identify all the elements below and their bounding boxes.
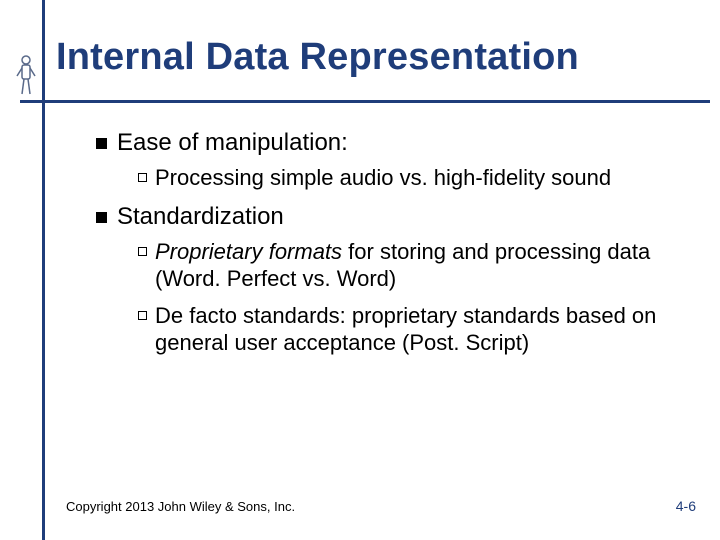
footer-copyright: Copyright 2013 John Wiley & Sons, Inc. — [66, 499, 295, 514]
bullet-level1: Ease of manipulation: — [96, 128, 686, 157]
bullet-label: Ease of manipulation: — [117, 129, 348, 156]
square-bullet-icon — [96, 138, 107, 149]
bullet-text: Proprietary formats for storing and proc… — [155, 239, 686, 293]
slide-body: Ease of manipulation: Processing simple … — [96, 128, 686, 367]
slide: Internal Data Representation Ease of man… — [0, 0, 720, 540]
square-bullet-icon — [96, 212, 107, 223]
bullet-level2: Processing simple audio vs. high-fidelit… — [138, 165, 686, 192]
bullet-text: Processing simple audio vs. high-fidelit… — [155, 165, 686, 192]
bullet-level2: De facto standards: proprietary standard… — [138, 303, 686, 357]
bullet-level2: Proprietary formats for storing and proc… — [138, 239, 686, 293]
bullet-text-italic: Proprietary formats — [155, 239, 342, 264]
outline-square-bullet-icon — [138, 311, 147, 320]
footer-page-number: 4-6 — [676, 498, 696, 514]
outline-square-bullet-icon — [138, 173, 147, 182]
outline-square-bullet-icon — [138, 247, 147, 256]
bullet-text-pre: De facto standards: proprietary standard… — [155, 303, 656, 355]
bullet-text-rest: Processing simple audio vs. high-fidelit… — [155, 165, 611, 190]
bullet-text: De facto standards: proprietary standard… — [155, 303, 686, 357]
decor-figure-icon — [14, 54, 38, 98]
bullet-label: Standardization — [117, 203, 284, 230]
bullet-level1: Standardization — [96, 202, 686, 231]
left-vertical-rule — [42, 0, 45, 540]
title-underline — [20, 100, 710, 103]
slide-title: Internal Data Representation — [56, 36, 696, 79]
